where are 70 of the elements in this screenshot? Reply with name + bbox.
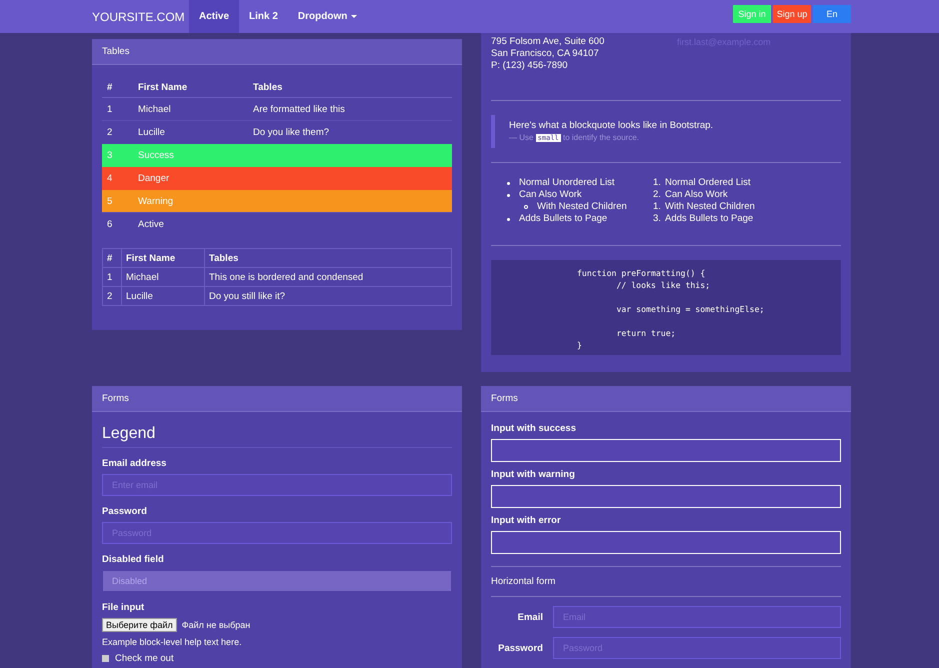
list-item: Normal Unordered List [519,177,615,189]
checkbox-label: Check me out [115,653,174,664]
legend-heading: Legend [102,424,452,448]
list-item: Can Also Work [665,189,728,201]
nav-button[interactable]: Sign up [773,5,811,23]
column-header: Tables [204,248,452,268]
table-cell: Warning [133,190,248,212]
field-label: Email address [102,458,168,469]
table-cell: Are formatted like this [248,98,452,120]
table-cell: This one is bordered and condensed [204,268,452,286]
list-item: Adds Bullets to Page [665,213,754,225]
table-cell: 3 [102,144,133,166]
table-cell: 5 [102,190,133,212]
nav-link[interactable]: Dropdown [288,0,368,33]
list-number: 1. [653,201,662,213]
table-cell: Michael [133,98,248,120]
nav-link[interactable]: Active [189,0,240,33]
checkbox[interactable] [102,655,109,662]
field-label: Password [102,506,148,517]
choose-file-button[interactable]: Выберите файл [102,618,177,632]
table-cell: 1 [102,268,122,286]
table-cell: 1 [102,98,133,120]
field-label: Disabled field [102,554,165,565]
table-cell: 6 [102,212,133,235]
table-cell: 2 [102,286,122,306]
bullet-icon [524,205,528,209]
address-line: 795 Folsom Ave, Suite 600 [491,36,606,48]
column-header: First Name [122,248,204,268]
table-cell: Danger [133,166,248,190]
code-text: function preFormatting() { // looks like this; var something = somethingElse; return true; } [577,267,766,351]
quote-text: Here's what a blockquote looks like in Bootstrap. [509,120,714,132]
list-number: 2. [653,189,662,201]
table-cell: Do you still like it? [204,286,452,306]
input-field: Disabled [102,570,452,592]
column-header: First Name [133,77,248,98]
address-line: P: (123) 456-7890 [491,60,569,72]
list-item: With Nested Children [537,201,627,213]
nav-link[interactable]: Link 2 [239,0,288,33]
table-cell: Success [133,144,248,166]
field-label: Password [497,642,544,654]
field-label: Input with warning [491,469,576,480]
field-label: File input [102,602,146,613]
list-item: Normal Ordered List [665,177,751,189]
column-header: Tables [248,77,452,98]
list-item: Adds Bullets to Page [519,213,608,225]
bullet-icon [507,218,510,220]
field-label: Email [516,612,544,622]
address-line: San Francisco, CA 94107 [491,48,600,60]
file-status: Файл не выбран [182,620,250,630]
brand-link[interactable]: YOURSITE.COM [92,0,189,33]
table-cell: 4 [102,166,133,190]
panel-title: Forms [92,386,462,412]
field-label: Input with error [491,515,562,526]
column-header: # [102,248,122,268]
list-number: 1. [653,177,662,189]
panel-title: Tables [92,39,462,65]
column-header: # [102,77,133,98]
table-cell: Michael [122,268,204,286]
help-text: Example block-level help text here. [102,637,243,647]
table-cell: Lucille [122,286,204,306]
nav-button[interactable]: En [813,5,851,23]
table-cell: Active [133,212,248,235]
panel-title: Forms [481,386,851,412]
field-label: Input with success [491,423,577,434]
bullet-icon [507,182,510,184]
section-title: Horizontal form [491,575,556,589]
bullet-icon [507,194,510,196]
list-item: Can Also Work [519,189,582,201]
list-item: With Nested Children [665,201,755,213]
list-number: 3. [653,213,662,225]
